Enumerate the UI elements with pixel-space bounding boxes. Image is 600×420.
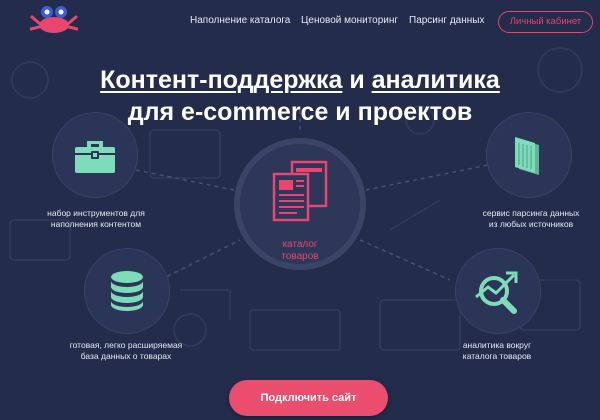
catalog-documents-icon: [272, 160, 328, 222]
nav-link-catalog-filling[interactable]: Наполнение каталога: [190, 15, 290, 26]
analytics-text-line-1: аналитика вокруг: [462, 340, 532, 350]
analytics-feature-text: аналитика вокруг каталога товаров: [417, 340, 577, 362]
catalog-label-line-2: товаров: [281, 251, 319, 262]
analytics-feature-circle: [455, 248, 541, 334]
headline-and: и: [342, 66, 372, 94]
database-text-line-2: база данных о товарах: [80, 351, 172, 361]
catalog-label-line-1: каталог: [282, 239, 318, 250]
tools-feature-circle: [52, 112, 138, 198]
toolbox-icon: [75, 141, 115, 173]
tools-text-line-1: набор инструментов для: [47, 208, 145, 218]
parsing-text-line-2: из любых источников: [488, 219, 574, 229]
parsing-feature-circle: [486, 112, 572, 198]
parsing-feature-text: сервис парсинга данных из любых источник…: [451, 208, 600, 230]
documents-icon: [515, 137, 539, 175]
parsing-text-line-1: сервис парсинга данных: [482, 208, 580, 218]
database-text-line-1: готовая, легко расширяемая: [69, 340, 183, 350]
headline-line-1: Контент-поддержка и аналитика: [0, 64, 600, 96]
headline-content-support: Контент-поддержка: [100, 66, 343, 94]
personal-cabinet-button[interactable]: Личный кабинет: [498, 11, 593, 33]
analytics-chart-icon: [475, 271, 518, 314]
database-icon: [111, 271, 143, 311]
nav-link-data-parsing[interactable]: Парсинг данных: [409, 15, 484, 26]
database-feature-circle: [84, 248, 170, 334]
top-navigation: Наполнение каталога Ценовой мониторинг П…: [0, 0, 600, 44]
tools-feature-text: набор инструментов для наполнения контен…: [16, 208, 176, 230]
connect-site-button[interactable]: Подключить сайт: [229, 380, 388, 416]
analytics-text-line-2: каталога товаров: [462, 351, 532, 361]
crab-logo-icon[interactable]: [30, 3, 78, 39]
headline-analytics: аналитика: [371, 66, 500, 94]
tools-text-line-2: наполнения контентом: [50, 219, 142, 229]
catalog-label: каталог товаров: [234, 239, 366, 263]
nav-link-price-monitoring[interactable]: Ценовой мониторинг: [301, 15, 398, 26]
database-feature-text: готовая, легко расширяемая база данных о…: [46, 340, 206, 362]
